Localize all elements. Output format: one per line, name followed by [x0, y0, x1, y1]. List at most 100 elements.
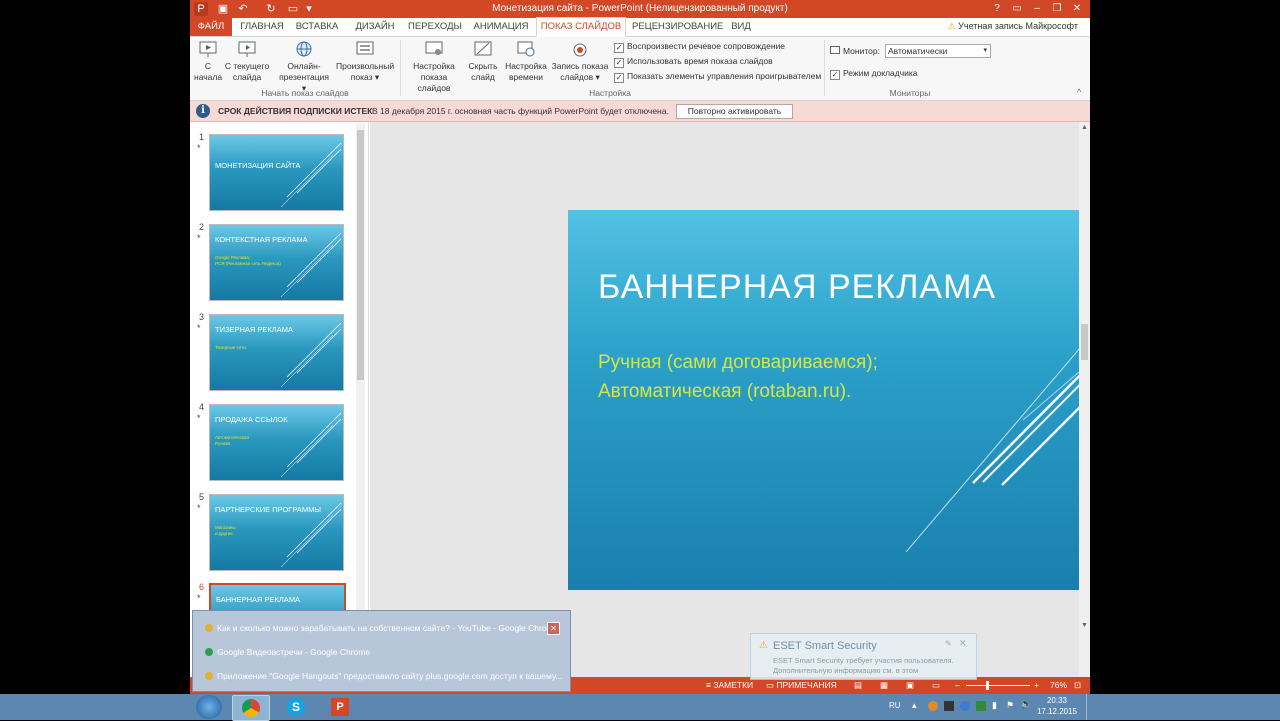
zoom-slider[interactable]: [966, 685, 1030, 686]
volume-icon[interactable]: 🔈: [1020, 699, 1032, 710]
close-icon[interactable]: ✕: [959, 638, 967, 649]
tab-transitions[interactable]: ПЕРЕХОДЫ: [408, 18, 462, 36]
stopwatch-icon: [517, 41, 535, 57]
editor-scrollbar[interactable]: ▲ ▼: [1079, 122, 1090, 677]
tray-app-icon[interactable]: [928, 701, 938, 711]
slide-thumbnail-5[interactable]: ПАРТНЕРСКИЕ ПРОГРАММЫ Магазины и другие: [209, 494, 344, 571]
record-slideshow-button[interactable]: Запись показа слайдов ▾: [550, 39, 610, 83]
flag-icon[interactable]: ⚑: [1006, 700, 1014, 711]
hide-slide-icon: [474, 41, 492, 56]
monitor-icon: [830, 46, 840, 54]
slide-thumbnail-4[interactable]: ПРОДАЖА ССЫЛОК Автоматическая Ручная: [209, 404, 344, 481]
maximize-button[interactable]: ❐: [1047, 1, 1067, 16]
fit-to-window-icon[interactable]: ⊡: [1074, 680, 1081, 691]
reactivate-button[interactable]: Повторно активировать: [676, 104, 793, 119]
zoom-slider-handle[interactable]: [986, 681, 989, 690]
custom-show-button[interactable]: Произвольный показ ▾: [336, 39, 394, 83]
scroll-up-icon[interactable]: ▲: [1081, 124, 1088, 131]
eset-notification[interactable]: ⚠ ESET Smart Security ✎ ✕ ESET Smart Sec…: [750, 633, 977, 680]
tab-insert[interactable]: ВСТАВКА: [292, 18, 342, 36]
current-slide[interactable]: БАННЕРНАЯ РЕКЛАМА Ручная (сами договарив…: [568, 210, 1090, 590]
setup-show-button[interactable]: Настройка показа слайдов: [404, 39, 464, 94]
popup-window-title: Как и сколько можно зарабатывать на собс…: [217, 623, 559, 633]
close-icon[interactable]: ✕: [547, 622, 560, 635]
nvidia-icon[interactable]: [976, 701, 986, 711]
scrollbar-thumb[interactable]: [1081, 324, 1088, 360]
slide-body[interactable]: Ручная (сами договариваемся); Автоматиче…: [598, 348, 878, 406]
slide-body-line: Ручная (сами договариваемся);: [598, 352, 878, 373]
hide-slide-button[interactable]: Скрыть слайд: [466, 39, 500, 83]
chevron-down-icon: ▾: [983, 47, 987, 54]
windows-taskbar: S P RU ▴ ▮ ⚑ 🔈 20:33 17.12.2015: [0, 694, 1280, 721]
from-current-button[interactable]: С текущего слайда: [224, 39, 270, 83]
tray-expand-icon[interactable]: ▴: [912, 700, 917, 711]
show-media-controls-checkbox[interactable]: ✓ Показать элементы управления проигрыват…: [614, 71, 821, 83]
close-button[interactable]: ✕: [1067, 1, 1087, 16]
chrome-icon: [205, 672, 213, 680]
slide-sorter-icon[interactable]: ▦: [880, 680, 888, 691]
checkbox-checked-icon: ✓: [830, 70, 840, 80]
ribbon-tabs: ФАЙЛ ГЛАВНАЯ ВСТАВКА ДИЗАЙН ПЕРЕХОДЫ АНИ…: [190, 17, 1090, 37]
slide-thumbnail-3[interactable]: ТИЗЕРНАЯ РЕКЛАМА Тизерные сети.: [209, 314, 344, 391]
popup-window-item[interactable]: Google Видеовстречи - Google Chrome: [205, 647, 370, 657]
zoom-level[interactable]: 76%: [1050, 680, 1067, 690]
scrollbar-thumb[interactable]: [357, 130, 364, 380]
zoom-in-icon[interactable]: +: [1034, 680, 1039, 690]
slide-title[interactable]: БАННЕРНАЯ РЕКЛАМА: [598, 268, 996, 307]
comments-button[interactable]: ▭ ПРИМЕЧАНИЯ: [766, 680, 837, 691]
tab-file[interactable]: ФАЙЛ: [190, 18, 232, 36]
powerpoint-taskbar-button[interactable]: P: [322, 695, 358, 719]
zoom-out-icon[interactable]: –: [955, 680, 960, 690]
from-beginning-button[interactable]: С начала: [194, 39, 222, 83]
presenter-view-checkbox[interactable]: ✓ Режим докладчика: [830, 68, 918, 80]
account-menu[interactable]: ⚠ Учетная запись Майкрософт: [948, 21, 1078, 32]
notes-button[interactable]: ≡ ЗАМЕТКИ: [706, 680, 753, 690]
clock-date[interactable]: 17.12.2015: [1033, 707, 1081, 716]
skype-taskbar-button[interactable]: S: [278, 695, 314, 719]
popup-window-item[interactable]: Как и сколько можно зарабатывать на собс…: [205, 623, 558, 633]
slideshow-start-icon: [199, 41, 217, 57]
warning-icon: ⚠: [759, 640, 768, 651]
collapse-ribbon-icon[interactable]: ^: [1077, 87, 1081, 97]
online-presentation-button[interactable]: Онлайн-презентация ▾: [276, 39, 332, 94]
chrome-taskbar-button[interactable]: [232, 695, 270, 721]
help-button[interactable]: ?: [987, 1, 1007, 16]
thumbnail-number: 3: [199, 312, 205, 322]
slide-thumbnail-1[interactable]: МОНЕТИЗАЦИЯ САЙТА: [209, 134, 344, 211]
show-desktop-button[interactable]: [1086, 694, 1093, 720]
slide-thumbnail-2[interactable]: КОНТЕКСТНАЯ РЕКЛАМА Google Реклама; РСЯ …: [209, 224, 344, 301]
popup-window-item[interactable]: Приложение "Google Hangouts" предоставил…: [205, 671, 562, 681]
thumbnail-title: БАННЕРНАЯ РЕКЛАМА: [216, 595, 301, 604]
use-timings-checkbox[interactable]: ✓ Использовать время показа слайдов: [614, 56, 773, 68]
tab-view[interactable]: ВИД: [726, 18, 756, 36]
pin-icon[interactable]: ✎: [945, 639, 952, 648]
scroll-down-icon[interactable]: ▼: [1081, 622, 1088, 629]
ribbon-display-button[interactable]: ▭: [1007, 1, 1027, 16]
animation-star-icon: *: [197, 143, 201, 153]
hide-slide-label: Скрыть слайд: [468, 61, 498, 82]
record-icon: [573, 43, 587, 57]
start-button[interactable]: [196, 695, 222, 719]
tab-home[interactable]: ГЛАВНАЯ: [238, 18, 286, 36]
network-icon[interactable]: ▮: [992, 700, 997, 711]
info-icon: i: [196, 104, 210, 118]
clock-time[interactable]: 20:33: [1040, 696, 1074, 705]
setup-show-label: Настройка показа слайдов: [413, 61, 455, 93]
play-narrations-checkbox[interactable]: ✓ Воспроизвести речевое сопровождение: [614, 41, 785, 53]
tab-animations[interactable]: АНИМАЦИЯ: [470, 18, 532, 36]
language-indicator[interactable]: RU: [889, 701, 901, 710]
minimize-button[interactable]: –: [1027, 1, 1047, 16]
slideshow-view-icon[interactable]: ▭: [932, 680, 940, 691]
tab-review[interactable]: РЕЦЕНЗИРОВАНИЕ: [632, 18, 723, 36]
steam-icon[interactable]: [944, 701, 954, 711]
normal-view-icon[interactable]: ▤: [854, 680, 862, 691]
animation-star-icon: *: [197, 413, 201, 423]
rehearse-timings-button[interactable]: Настройка времени: [504, 39, 548, 83]
reading-view-icon[interactable]: ▣: [906, 680, 914, 691]
tray-app-icon[interactable]: [960, 701, 970, 711]
thumbnail-scrollbar[interactable]: [356, 124, 365, 679]
monitor-select[interactable]: Автоматически ▾: [885, 44, 991, 58]
custom-show-icon: [356, 41, 374, 55]
tab-slideshow[interactable]: ПОКАЗ СЛАЙДОВ: [536, 17, 626, 37]
tab-design[interactable]: ДИЗАЙН: [350, 18, 400, 36]
